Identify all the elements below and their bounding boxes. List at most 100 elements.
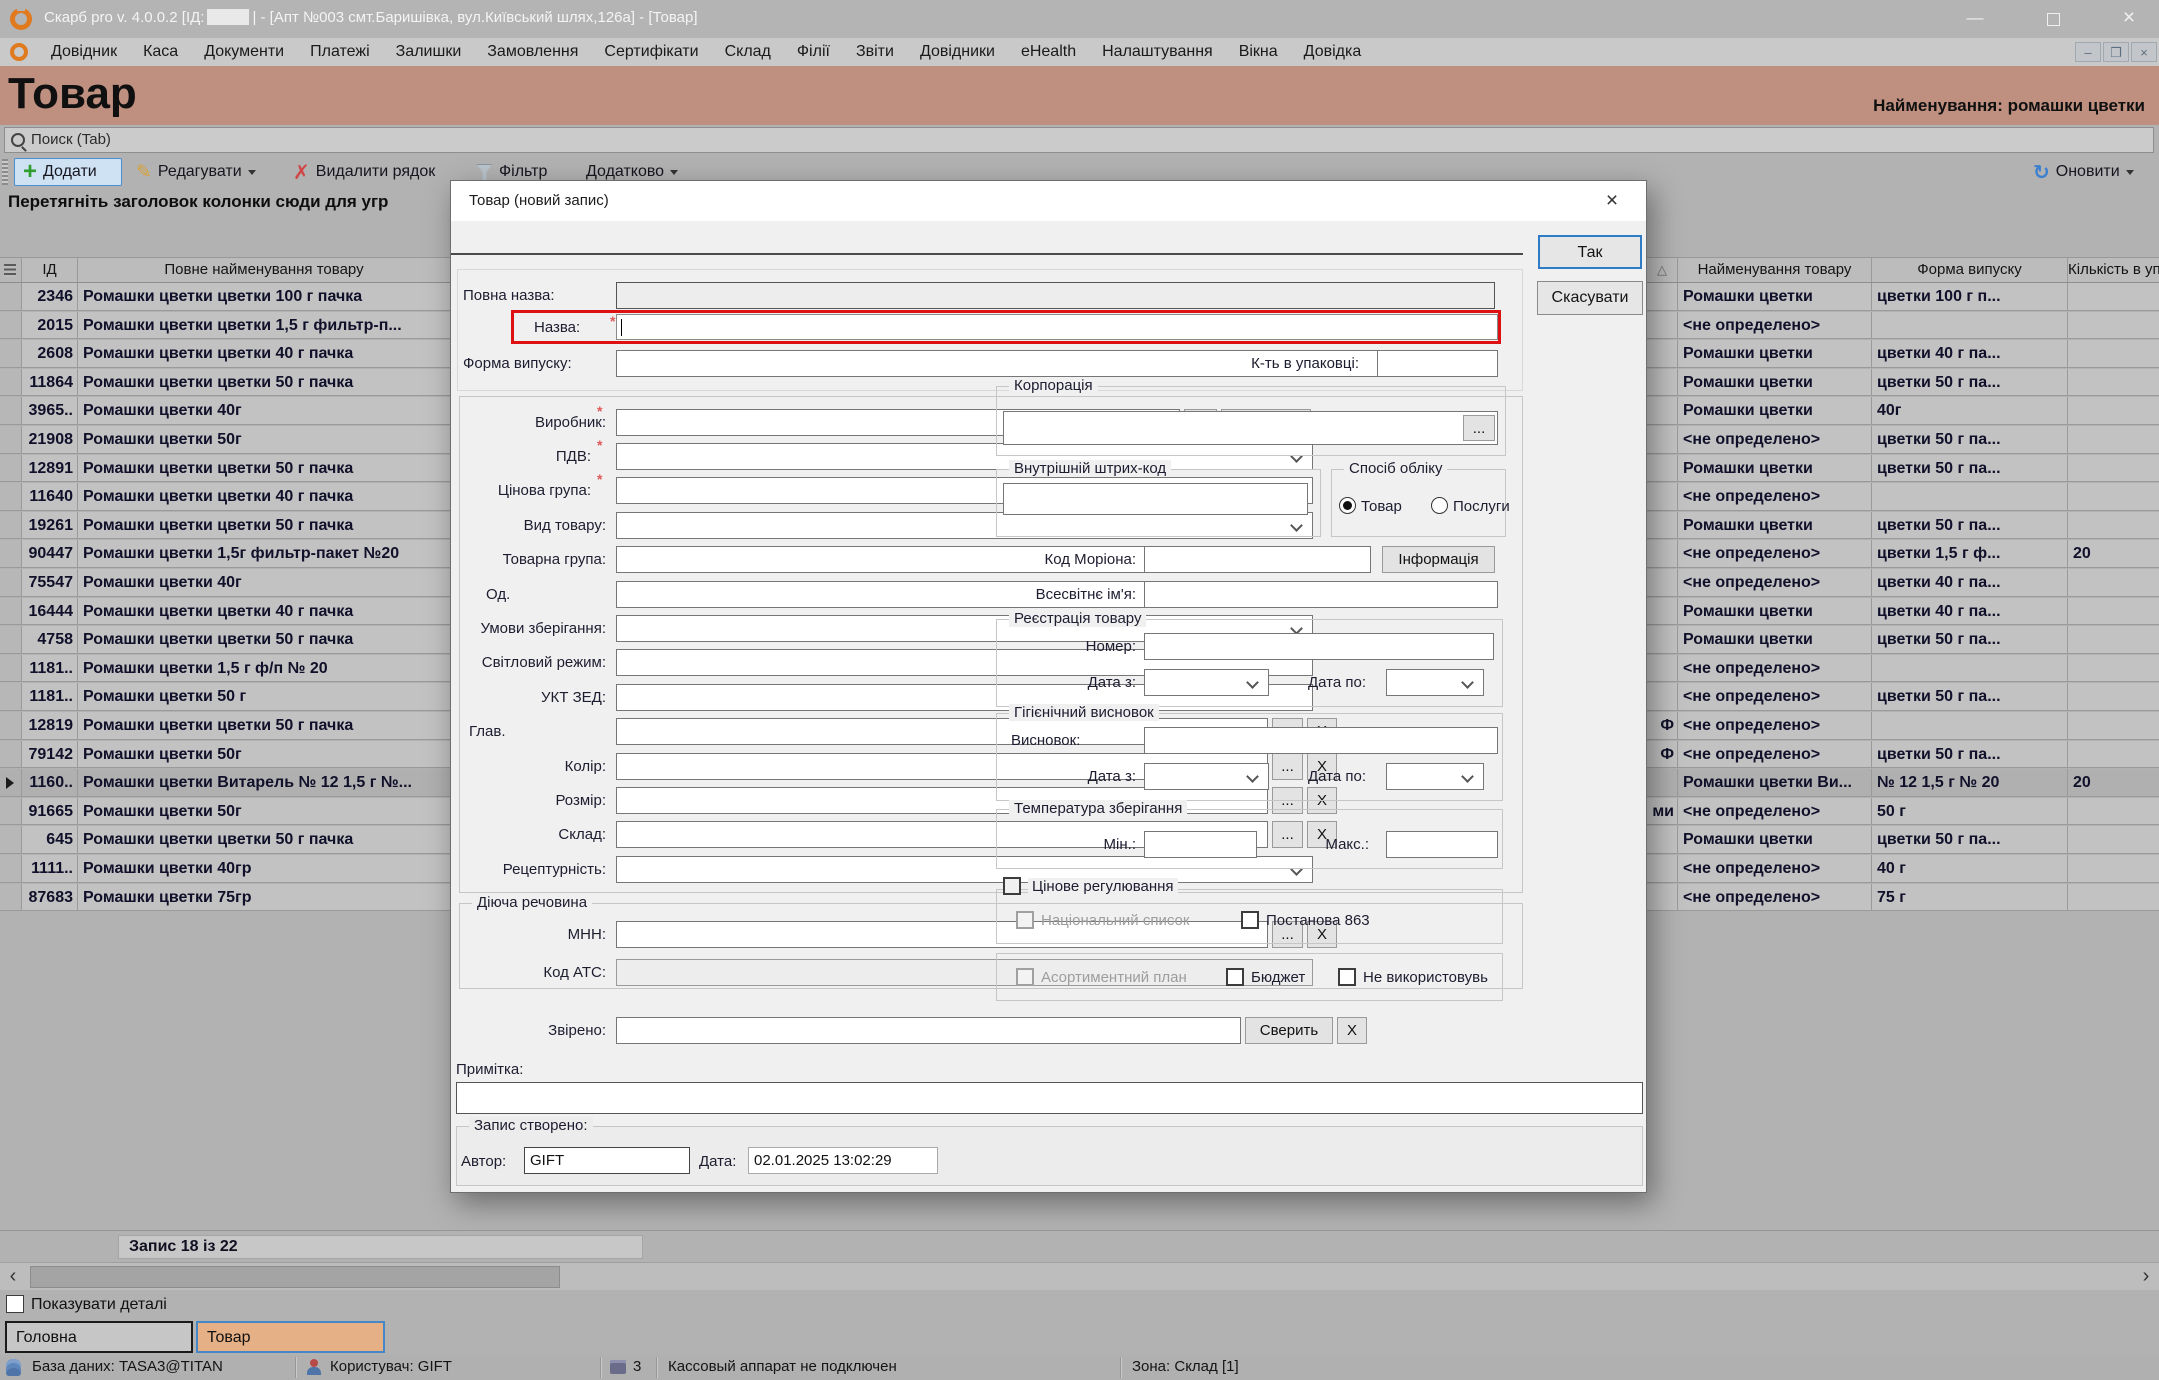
row-fullname-cell[interactable]: Ромашки цветки 40г — [78, 397, 450, 425]
table-row[interactable]: Ромашки цветки цветки 50 г па... — [1647, 826, 2159, 855]
menu-item-1[interactable]: Каса — [130, 43, 191, 61]
dialog-close-icon[interactable]: × — [1592, 186, 1632, 216]
table-row[interactable]: Ромашки цветки цветки 50 г па... — [1647, 454, 2159, 484]
row-tail-cell[interactable] — [1647, 569, 1678, 597]
note-input[interactable] — [456, 1082, 1643, 1114]
row-tail-cell[interactable] — [1647, 311, 1678, 340]
menu-item-11[interactable]: eHealth — [1008, 43, 1089, 61]
table-row[interactable]: Ф <не определено> — [1647, 712, 2159, 741]
sort-indicator-header[interactable]: △ — [1647, 258, 1678, 282]
table-row[interactable]: <не определено> 75 г — [1647, 883, 2159, 913]
row-indicator-cell[interactable] — [0, 769, 22, 797]
row-qty-cell[interactable] — [2068, 397, 2159, 425]
row-name-cell[interactable]: Ромашки цветки — [1678, 283, 1872, 311]
row-name-cell[interactable]: <не определено> — [1678, 426, 1872, 454]
row-fullname-cell[interactable]: Ромашки цветки цветки 1,5 г фильтр-п... — [78, 311, 450, 340]
full-name-input[interactable] — [616, 282, 1495, 309]
created-date-input[interactable]: 02.01.2025 13:02:29 — [748, 1147, 938, 1174]
row-name-cell[interactable]: <не определено> — [1678, 683, 1872, 711]
row-fullname-cell[interactable]: Ромашки цветки цветки 50 г пачка — [78, 826, 450, 854]
row-fullname-cell[interactable]: Ромашки цветки Витарель № 12 1,5 г №... — [78, 769, 450, 797]
menu-item-13[interactable]: Вікна — [1226, 43, 1291, 61]
row-id-cell[interactable]: 1111.. — [22, 855, 78, 883]
verified-clear-button[interactable]: X — [1337, 1017, 1367, 1044]
row-fullname-cell[interactable]: Ромашки цветки 1,5г фильтр-пакет №20 — [78, 540, 450, 568]
row-form-cell[interactable]: цветки 50 г па... — [1872, 511, 2068, 540]
row-id-cell[interactable]: 12819 — [22, 712, 78, 740]
row-name-cell[interactable]: Ромашки цветки — [1678, 626, 1872, 654]
row-indicator-cell[interactable] — [0, 826, 22, 854]
row-tail-cell[interactable] — [1647, 368, 1678, 397]
morion-input[interactable] — [1144, 546, 1371, 573]
row-form-cell[interactable]: 40 г — [1872, 855, 2068, 883]
table-row[interactable]: Ромашки цветки цветки 100 г п... — [1647, 283, 2159, 312]
row-id-cell[interactable]: 645 — [22, 826, 78, 854]
menu-item-14[interactable]: Довідка — [1291, 43, 1375, 61]
row-fullname-cell[interactable]: Ромашки цветки 50 г — [78, 683, 450, 711]
row-tail-cell[interactable] — [1647, 683, 1678, 711]
row-indicator-cell[interactable] — [0, 683, 22, 711]
row-fullname-cell[interactable]: Ромашки цветки цветки 50 г пачка — [78, 454, 450, 483]
row-indicator-cell[interactable] — [0, 511, 22, 540]
scroll-right-icon[interactable]: › — [2133, 1265, 2159, 1289]
row-id-cell[interactable]: 21908 — [22, 426, 78, 454]
hyg-date-from-select[interactable] — [1144, 763, 1269, 790]
row-indicator-cell[interactable] — [0, 855, 22, 883]
row-tail-cell[interactable] — [1647, 426, 1678, 454]
table-row[interactable]: 3965.. Ромашки цветки 40г — [0, 397, 450, 426]
table-row[interactable]: 90447 Ромашки цветки 1,5г фильтр-пакет №2… — [0, 540, 450, 569]
barcode-input[interactable] — [1003, 483, 1308, 515]
temp-min-input[interactable] — [1144, 831, 1257, 858]
row-indicator-cell[interactable] — [0, 797, 22, 826]
menu-item-9[interactable]: Звіти — [843, 43, 907, 61]
row-indicator-cell[interactable] — [0, 569, 22, 597]
menu-item-3[interactable]: Платежі — [297, 43, 383, 61]
table-row[interactable]: 91665 Ромашки цветки 50г — [0, 797, 450, 827]
row-form-cell[interactable]: цветки 50 г па... — [1872, 426, 2068, 454]
service-radio-label[interactable]: Послуги — [1453, 498, 1510, 515]
service-radio[interactable] — [1431, 497, 1448, 514]
row-id-cell[interactable]: 11864 — [22, 368, 78, 397]
row-id-cell[interactable]: 1160.. — [22, 769, 78, 797]
menu-item-5[interactable]: Замовлення — [474, 43, 591, 61]
tab-home[interactable]: Головна — [5, 1321, 193, 1353]
row-id-cell[interactable]: 2015 — [22, 311, 78, 340]
row-tail-cell[interactable] — [1647, 283, 1678, 311]
table-row[interactable]: Ромашки цветки цветки 50 г па... — [1647, 626, 2159, 655]
column-header-id[interactable]: ІД — [22, 258, 78, 282]
row-form-cell[interactable]: цветки 50 г па... — [1872, 368, 2068, 397]
row-qty-cell[interactable] — [2068, 883, 2159, 912]
row-form-cell[interactable] — [1872, 311, 2068, 340]
row-fullname-cell[interactable]: Ромашки цветки 40гр — [78, 855, 450, 883]
product-radio-label[interactable]: Товар — [1361, 498, 1402, 515]
author-input[interactable]: GIFT — [524, 1147, 690, 1174]
ok-button[interactable]: Так — [1538, 235, 1642, 269]
column-header-fullname[interactable]: Повне найменування товару — [78, 258, 450, 282]
row-form-cell[interactable] — [1872, 654, 2068, 683]
not-used-label[interactable]: Не використовувь — [1363, 969, 1501, 986]
corporation-input[interactable] — [1003, 411, 1498, 445]
column-header-qty[interactable]: Кількість в упак — [2068, 258, 2159, 282]
row-fullname-cell[interactable]: Ромашки цветки 50г — [78, 797, 450, 826]
row-name-cell[interactable]: Ромашки цветки — [1678, 826, 1872, 854]
row-form-cell[interactable]: цветки 40 г па... — [1872, 597, 2068, 626]
row-fullname-cell[interactable]: Ромашки цветки 50г — [78, 740, 450, 769]
row-indicator-cell[interactable] — [0, 454, 22, 483]
row-id-cell[interactable]: 11640 — [22, 483, 78, 511]
show-details-label[interactable]: Показувати деталі — [31, 1296, 167, 1314]
row-tail-cell[interactable] — [1647, 826, 1678, 854]
table-row[interactable]: 1111.. Ромашки цветки 40гр — [0, 855, 450, 884]
row-id-cell[interactable]: 90447 — [22, 540, 78, 568]
table-row[interactable]: <не определено> цветки 50 г па... — [1647, 426, 2159, 455]
row-fullname-cell[interactable]: Ромашки цветки 1,5 г ф/п № 20 — [78, 654, 450, 683]
table-row[interactable]: 2608 Ромашки цветки цветки 40 г пачка — [0, 340, 450, 369]
table-row[interactable]: 645 Ромашки цветки цветки 50 г пачка — [0, 826, 450, 855]
row-name-cell[interactable]: <не определено> — [1678, 569, 1872, 597]
table-row[interactable]: Ромашки цветки цветки 50 г па... — [1647, 368, 2159, 398]
row-id-cell[interactable]: 19261 — [22, 511, 78, 540]
menu-item-2[interactable]: Документи — [191, 43, 297, 61]
row-tail-cell[interactable] — [1647, 511, 1678, 540]
row-fullname-cell[interactable]: Ромашки цветки цветки 50 г пачка — [78, 368, 450, 397]
menu-item-7[interactable]: Склад — [712, 43, 784, 61]
table-row[interactable]: Ромашки цветки цветки 50 г па... — [1647, 511, 2159, 541]
